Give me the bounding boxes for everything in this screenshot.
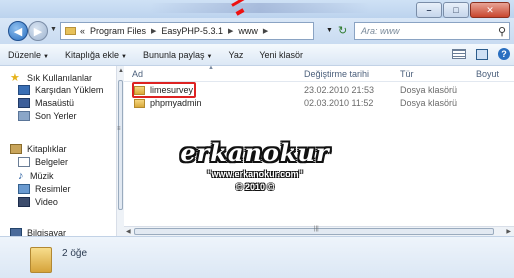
table-row[interactable]: phpmyadmin 02.03.2010 11:52 Dosya klasör… <box>124 97 514 110</box>
downloads-icon <box>18 85 30 95</box>
preview-pane-icon[interactable] <box>476 48 488 60</box>
chevron-right-icon[interactable]: ▶ <box>228 27 233 35</box>
desktop-icon <box>18 98 30 108</box>
window-controls: – □ ✕ <box>415 2 510 18</box>
nav-item-documents[interactable]: Belgeler <box>18 157 68 167</box>
include-in-library-menu[interactable]: Kitaplığa ekle ▼ <box>57 50 135 60</box>
breadcrumb-overflow[interactable]: « <box>80 26 85 36</box>
command-bar: Düzenle ▼ Kitaplığa ekle ▼ Bununla paylaş ▼… <box>0 44 514 66</box>
view-options-icon[interactable] <box>452 49 466 59</box>
video-icon <box>18 197 30 207</box>
pictures-icon <box>18 184 30 194</box>
red-highlight-box <box>132 82 196 98</box>
nav-label: Kitaplıklar <box>27 144 67 154</box>
file-type: Dosya klasörü <box>400 85 458 95</box>
organize-menu[interactable]: Düzenle ▼ <box>0 50 57 60</box>
watermark-url: "www.erkanokur.com" <box>207 169 303 179</box>
share-with-label: Bununla paylaş <box>142 49 205 60</box>
horizontal-scrollbar[interactable]: ◀ ||| ▶ <box>124 226 514 236</box>
libraries-icon <box>10 144 22 154</box>
nav-label: Müzik <box>30 171 54 181</box>
help-icon[interactable]: ? <box>498 48 510 60</box>
file-name: phpmyadmin <box>150 98 202 108</box>
chevron-right-icon[interactable]: ▶ <box>151 27 156 35</box>
nav-item-libraries[interactable]: Kitaplıklar <box>10 144 67 154</box>
maximize-button[interactable]: □ <box>443 2 469 18</box>
nav-label: Sık Kullanılanlar <box>27 73 93 83</box>
address-dropdown[interactable]: ▼ <box>326 27 333 34</box>
nav-item-downloads[interactable]: Karşıdan Yüklem <box>18 85 103 95</box>
new-folder-button[interactable]: Yeni klasör <box>251 50 311 60</box>
scroll-right-icon[interactable]: ▶ <box>506 228 511 235</box>
details-pane: 2 öğe <box>0 236 514 278</box>
nav-item-video[interactable]: Video <box>18 197 58 207</box>
nav-item-pictures[interactable]: Resimler <box>18 184 71 194</box>
toolbar-right: ? <box>452 48 510 60</box>
navigation-pane: ★ Sık Kullanılanlar Karşıdan Yüklem Masa… <box>0 66 124 242</box>
column-name[interactable]: Ad <box>132 69 143 79</box>
star-icon: ★ <box>10 72 20 84</box>
sort-indicator-icon: ▲ <box>208 65 214 71</box>
item-count: 2 öğe <box>62 248 88 259</box>
column-date-modified[interactable]: Değiştirme tarihi <box>304 69 369 79</box>
breadcrumb[interactable]: « Program Files ▶ EasyPHP-5.3.1 ▶ www ▶ <box>60 22 314 40</box>
nav-label: Masaüstü <box>35 98 75 108</box>
include-in-library-label: Kitaplığa ekle <box>64 49 120 60</box>
watermark-logo: erkanokur <box>180 138 330 167</box>
folder-icon <box>65 27 76 35</box>
recent-pages-dropdown[interactable]: ▼ <box>50 26 57 33</box>
nav-label: Video <box>35 197 58 207</box>
recent-places-icon <box>18 111 30 121</box>
close-button[interactable]: ✕ <box>470 2 510 18</box>
column-header: ▲ Ad Değiştirme tarihi Tür Boyut <box>124 65 514 82</box>
refresh-icon[interactable]: ↻ <box>338 24 347 37</box>
chevron-down-icon: ▼ <box>43 53 49 60</box>
file-date: 23.02.2010 21:53 <box>304 85 375 95</box>
nav-item-desktop[interactable]: Masaüstü <box>18 98 74 108</box>
file-date: 02.03.2010 11:52 <box>304 98 374 108</box>
nav-item-favorites[interactable]: ★ Sık Kullanılanlar <box>10 72 92 84</box>
watermark: erkanokur "www.erkanokur.com" © 2010 © <box>150 138 360 192</box>
documents-icon <box>18 157 30 167</box>
title-blur <box>150 3 370 13</box>
address-row: ◀ ▶ ▼ « Program Files ▶ EasyPHP-5.3.1 ▶ … <box>0 18 514 44</box>
column-type[interactable]: Tür <box>400 69 414 79</box>
scroll-grip-icon: ||| <box>314 226 319 232</box>
nav-label: Resimler <box>35 184 71 194</box>
watermark-copyright: © 2010 © <box>235 182 275 192</box>
explorer-window: – □ ✕ ◀ ▶ ▼ « Program Files ▶ EasyPHP-5.… <box>0 0 514 278</box>
breadcrumb-program-files[interactable]: Program Files <box>90 26 146 36</box>
file-type: Dosya klasörü <box>400 98 458 108</box>
scroll-left-icon[interactable]: ◀ <box>126 228 131 235</box>
music-note-icon: ♪ <box>18 170 24 182</box>
nav-scrollbar[interactable]: ▲ ≡ <box>116 66 124 236</box>
column-size[interactable]: Boyut <box>476 69 499 79</box>
nav-item-recent[interactable]: Son Yerler <box>18 111 77 121</box>
chevron-right-icon[interactable]: ▶ <box>263 27 268 35</box>
nav-label: Karşıdan Yüklem <box>35 85 104 95</box>
minimize-button[interactable]: – <box>416 2 442 18</box>
back-button[interactable]: ◀ <box>8 21 28 41</box>
search-icon[interactable]: ⚲ <box>498 25 506 38</box>
folder-icon <box>134 99 145 108</box>
breadcrumb-www[interactable]: www <box>238 26 258 36</box>
scroll-thumb[interactable] <box>118 80 123 210</box>
nav-item-music[interactable]: ♪ Müzik <box>18 170 54 182</box>
search-input[interactable]: Ara: www ⚲ <box>354 22 510 40</box>
organize-label: Düzenle <box>8 49 42 60</box>
burn-button[interactable]: Yaz <box>220 50 251 60</box>
breadcrumb-easyphp[interactable]: EasyPHP-5.3.1 <box>161 26 223 36</box>
nav-label: Belgeler <box>35 157 69 167</box>
chevron-down-icon: ▼ <box>206 53 213 60</box>
nav-label: Son Yerler <box>35 111 77 121</box>
forward-button[interactable]: ▶ <box>28 21 48 41</box>
search-placeholder: Ara: www <box>361 26 400 36</box>
chevron-down-icon: ▼ <box>121 53 127 60</box>
share-with-menu[interactable]: Bununla paylaş ▼ <box>135 50 221 60</box>
title-bar: – □ ✕ <box>0 0 514 18</box>
scroll-grip-icon: ≡ <box>117 126 121 132</box>
folder-icon <box>30 247 52 273</box>
